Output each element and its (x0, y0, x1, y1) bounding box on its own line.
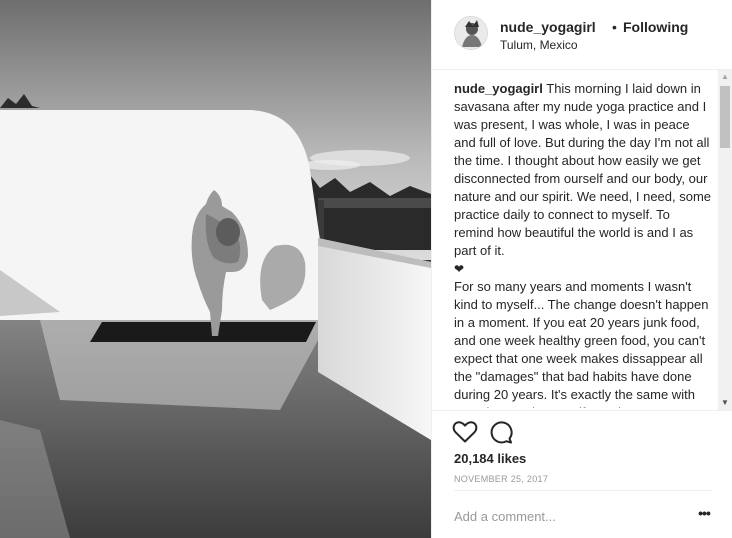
triangle-down-icon[interactable]: ▼ (718, 396, 732, 410)
caption-paragraph-1: nude_yogagirl This morning I laid down i… (454, 80, 712, 260)
heart-outline-icon (452, 421, 478, 443)
following-button[interactable]: Following (623, 19, 688, 35)
yoga-photo-image (0, 0, 431, 538)
caption-paragraph-2: For so many years and moments I wasn't k… (454, 279, 709, 408)
scrollbar-thumb[interactable] (720, 86, 730, 148)
comment-divider (454, 490, 712, 491)
caption-scroll-area[interactable]: nude_yogagirl This morning I laid down i… (454, 80, 712, 408)
caption-text: nude_yogagirl This morning I laid down i… (454, 80, 712, 408)
post-details-panel: nude_yogagirl • Following Tulum, Mexico … (431, 0, 732, 538)
caption-scrollbar[interactable]: ▲ ▼ (718, 70, 732, 410)
comment-button[interactable] (488, 419, 514, 445)
avatar-image (455, 17, 487, 49)
caption-body-1: This morning I laid down in savasana aft… (454, 81, 712, 258)
speech-bubble-icon (490, 421, 513, 444)
triangle-up-icon[interactable]: ▲ (718, 70, 732, 84)
post-photo[interactable] (0, 0, 431, 538)
avatar[interactable] (454, 16, 488, 50)
like-button[interactable] (452, 420, 478, 444)
caption-username-link[interactable]: nude_yogagirl (454, 81, 543, 96)
more-options-button[interactable]: ••• (694, 506, 714, 524)
comment-input[interactable] (454, 506, 684, 526)
heart-emoji-icon: ❤ (454, 262, 465, 276)
post-date[interactable]: NOVEMBER 25, 2017 (454, 474, 548, 484)
post-username-link[interactable]: nude_yogagirl (500, 19, 596, 35)
post-header: nude_yogagirl • Following Tulum, Mexico (432, 0, 732, 70)
location-link[interactable]: Tulum, Mexico (500, 38, 578, 52)
actions-divider (432, 410, 732, 411)
header-separator: • (612, 19, 617, 35)
likes-count[interactable]: 20,184 likes (454, 451, 526, 466)
